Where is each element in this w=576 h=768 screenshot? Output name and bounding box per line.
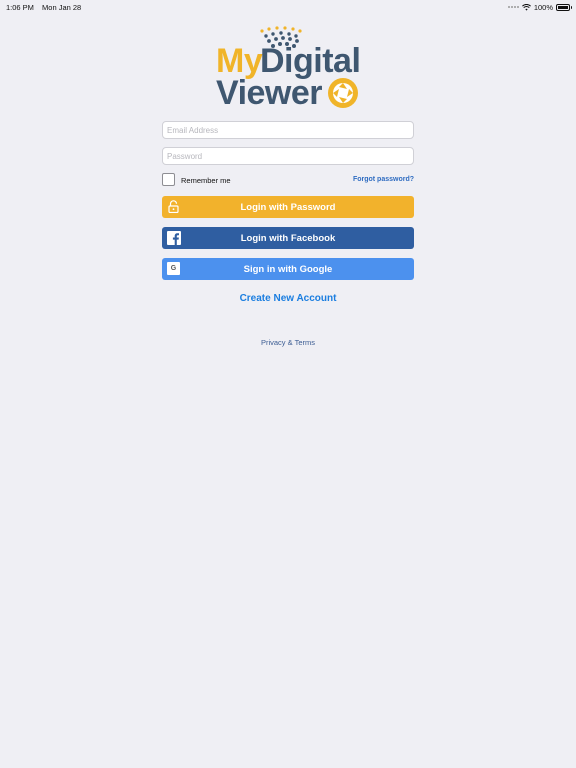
login-with-password-label: Login with Password	[240, 201, 336, 213]
logo-text-viewer: Viewer	[216, 74, 323, 112]
login-with-facebook-label: Login with Facebook	[240, 232, 336, 244]
battery-icon	[556, 3, 572, 11]
status-bar: 1:06 PM Mon Jan 28 100%	[0, 0, 576, 14]
google-icon: G	[166, 261, 181, 276]
sign-in-with-google-button[interactable]: G Sign in with Google	[162, 258, 414, 280]
aperture-icon	[328, 78, 358, 108]
remember-me-label[interactable]: Remember me	[181, 176, 231, 185]
status-right: 100%	[507, 2, 572, 12]
login-with-facebook-button[interactable]: Login with Facebook	[162, 227, 414, 249]
email-input[interactable]	[162, 121, 414, 139]
facebook-icon	[166, 230, 181, 245]
google-g-letter: G	[167, 262, 180, 275]
privacy-terms-link[interactable]: Privacy & Terms	[162, 338, 414, 347]
wifi-icon	[521, 3, 531, 11]
password-input[interactable]	[162, 147, 414, 165]
status-date: Mon Jan 28	[42, 2, 82, 12]
status-left: 1:06 PM Mon Jan 28	[6, 3, 87, 12]
login-with-password-button[interactable]: Login with Password	[162, 196, 414, 218]
remember-row: Remember me Forgot password?	[162, 173, 414, 187]
create-new-account-link[interactable]: Create New Account	[162, 293, 414, 304]
forgot-password-link[interactable]: Forgot password?	[353, 176, 414, 183]
lock-icon	[166, 199, 181, 214]
status-time: 1:06 PM	[6, 2, 34, 12]
app-logo: My Digital Viewer	[214, 26, 364, 112]
cellular-signal-icon	[507, 6, 519, 8]
logo-text-digital: Digital	[260, 42, 361, 80]
sign-in-with-google-label: Sign in with Google	[243, 263, 333, 275]
remember-me-checkbox[interactable]	[162, 173, 175, 186]
login-screen: 1:06 PM Mon Jan 28 100% My Digital Viewe…	[0, 0, 576, 768]
logo-text-my: My	[216, 42, 263, 80]
battery-percent: 100%	[533, 2, 553, 12]
